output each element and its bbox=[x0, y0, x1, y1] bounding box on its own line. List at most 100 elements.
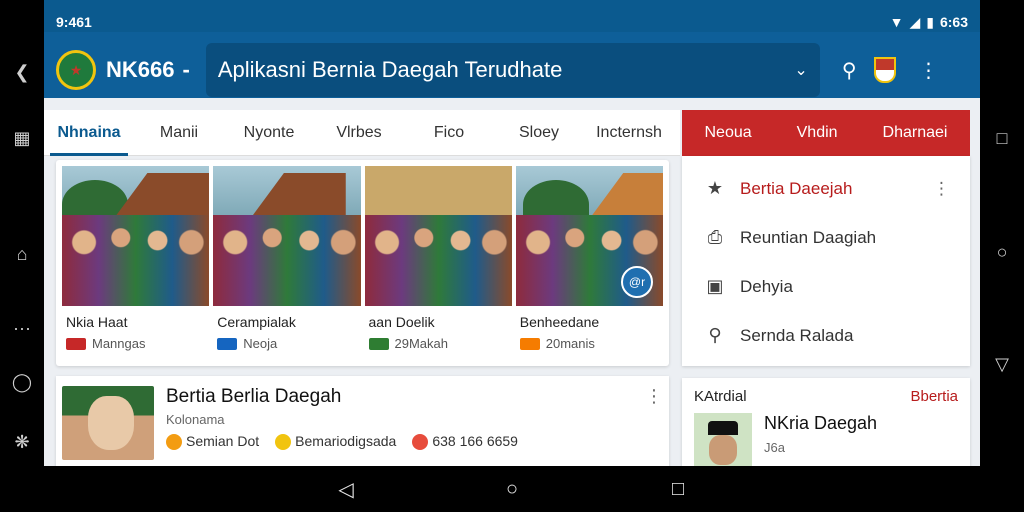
photo-sub-text: Neoja bbox=[243, 336, 278, 351]
tab-0[interactable]: Nhnaina bbox=[44, 110, 134, 156]
profile-card[interactable]: KAtrdial Bbertia NKria Daegah J6a bbox=[682, 378, 970, 466]
dot-icon bbox=[166, 434, 182, 451]
meta-text: Semian Dot bbox=[186, 433, 260, 449]
photo-caption: Cerampialak bbox=[217, 314, 296, 330]
app-brand: NK666 bbox=[106, 57, 175, 82]
meta-text: 638 166 6659 bbox=[432, 433, 518, 449]
photo-card[interactable]: aan Doelik 29Makah bbox=[364, 166, 512, 360]
photo-sub: Manngas bbox=[62, 336, 209, 351]
status-right-text: 6:63 bbox=[939, 14, 968, 30]
profile-link[interactable]: Bbertia bbox=[910, 388, 958, 405]
profile-label: KAtrdial bbox=[694, 388, 747, 405]
system-nav: ◁ ○ □ bbox=[44, 466, 980, 512]
app-screen: 9:461 ▼ ◢ ▮ 6:63 ★ NK666 - Aplikasni Ber… bbox=[44, 0, 980, 466]
back-arrow-icon[interactable]: ❮ bbox=[0, 62, 44, 83]
circle-icon[interactable]: ◯ bbox=[0, 372, 44, 393]
menu-item-3[interactable]: ⚲ Sernda Ralada bbox=[682, 311, 970, 360]
news-photo bbox=[62, 166, 210, 306]
menu-label: Dehyia bbox=[740, 276, 793, 296]
tab-6[interactable]: Incternsh bbox=[584, 110, 674, 156]
photo-badge[interactable]: @r bbox=[621, 266, 653, 298]
menu-label: Bertia Daeejah bbox=[740, 178, 853, 198]
news-article[interactable]: Bertia Berlia Daegah Kolonama Semian Dot… bbox=[56, 376, 669, 466]
red-tab-1[interactable]: Vhdin bbox=[797, 124, 838, 142]
back-icon[interactable]: ◁ bbox=[333, 477, 359, 502]
chevron-down-icon[interactable]: ⌄ bbox=[794, 60, 807, 80]
recents-icon[interactable]: □ bbox=[665, 478, 691, 501]
print-icon: ⎙ bbox=[707, 227, 723, 247]
red-tab-0[interactable]: Neoua bbox=[704, 124, 751, 142]
article-meta: Semian Dot Bemariodigsada 638 166 6659 bbox=[166, 433, 645, 451]
star-icon: ★ bbox=[706, 178, 724, 198]
right-nav-bar: □ ○ ▽ bbox=[980, 0, 1024, 512]
circle-icon[interactable]: ○ bbox=[980, 242, 1024, 263]
emblem-icon[interactable] bbox=[874, 57, 897, 83]
side-menu: ★ Bertia Daeejah ⋮ ⎙ Reuntian Daagiah ▣ … bbox=[682, 156, 970, 366]
profile-text: NKria Daegah J6a bbox=[752, 413, 877, 466]
photo-caption: Benheedane bbox=[519, 314, 600, 330]
app-logo[interactable]: ★ bbox=[56, 50, 96, 90]
tab-3[interactable]: Vlrbes bbox=[314, 110, 404, 156]
photo-sub-text: Manngas bbox=[92, 336, 146, 351]
photo-caption: aan Doelik bbox=[368, 314, 435, 330]
more-vert-icon[interactable]: ⋮ bbox=[645, 386, 663, 466]
flag-icon bbox=[66, 337, 86, 350]
dot-icon bbox=[275, 434, 292, 451]
square-icon[interactable]: □ bbox=[980, 128, 1024, 149]
menu-item-0[interactable]: ★ Bertia Daeejah ⋮ bbox=[682, 164, 970, 213]
flag-icon bbox=[217, 337, 238, 350]
article-body: Bertia Berlia Daegah Kolonama Semian Dot… bbox=[166, 386, 645, 466]
photo-sub: Neoja bbox=[213, 336, 360, 351]
news-photo bbox=[364, 166, 512, 306]
left-nav-bar: ❮ ▦ ⌂ ··· ◯ ❋ bbox=[0, 0, 44, 512]
briefcase-icon: ▣ bbox=[706, 276, 724, 296]
triangle-icon[interactable]: ▽ bbox=[980, 354, 1024, 375]
search-icon[interactable]: ⚲ bbox=[842, 58, 857, 83]
red-tab-bar: Neoua Vhdin Dharnaei bbox=[682, 110, 970, 156]
pattern-icon[interactable]: ❋ bbox=[0, 432, 44, 453]
tab-5[interactable]: Sloey bbox=[494, 110, 584, 156]
menu-item-1[interactable]: ⎙ Reuntian Daagiah bbox=[682, 213, 970, 262]
tab-1[interactable]: Manii bbox=[134, 110, 224, 156]
avatar bbox=[694, 413, 752, 466]
menu-label: Reuntian Daagiah bbox=[740, 227, 877, 247]
app-title-selector[interactable]: Aplikasni Bernia Daegah Terudhate ⌄ bbox=[205, 43, 820, 97]
photo-card[interactable]: @r Benheedane 20manis bbox=[515, 166, 663, 360]
profile-num: J6a bbox=[764, 440, 785, 455]
more-vert-icon[interactable]: ⋮ bbox=[918, 58, 938, 83]
status-time: 9:461 bbox=[56, 14, 92, 30]
photo-caption: Nkia Haat bbox=[66, 314, 128, 330]
flag-icon bbox=[519, 337, 540, 350]
home-icon[interactable]: ○ bbox=[499, 478, 525, 501]
battery-icon: ▮ bbox=[926, 13, 934, 30]
photo-sub: 20manis bbox=[516, 336, 663, 351]
article-thumbnail bbox=[62, 386, 154, 460]
more-vert-icon[interactable]: ⋮ bbox=[933, 179, 950, 199]
photo-card-grid: Nkia Haat Manngas Cerampialak Neoja aan … bbox=[56, 160, 669, 366]
meta-item: 638 166 6659 bbox=[412, 433, 518, 451]
app-title: Aplikasni Bernia Daegah Terudhate bbox=[217, 57, 563, 82]
tab-2[interactable]: Nyonte bbox=[224, 110, 314, 156]
wifi-icon: ▼ bbox=[889, 14, 904, 30]
profile-row: NKria Daegah J6a bbox=[694, 413, 958, 466]
photo-sub: 29Makah bbox=[365, 336, 512, 351]
menu-item-2[interactable]: ▣ Dehyia bbox=[682, 262, 970, 311]
app-bar: ★ NK666 - Aplikasni Bernia Daegah Terudh… bbox=[44, 32, 980, 98]
search-icon: ⚲ bbox=[708, 325, 722, 345]
apps-grid-icon[interactable]: ▦ bbox=[0, 128, 44, 149]
meta-item: Semian Dot bbox=[166, 433, 260, 451]
profile-header: KAtrdial Bbertia bbox=[694, 388, 958, 405]
news-photo bbox=[213, 166, 361, 306]
article-sub: Kolonama bbox=[166, 412, 225, 427]
menu-label: Sernda Ralada bbox=[740, 325, 854, 345]
brand-dash: - bbox=[182, 57, 190, 82]
red-tab-2[interactable]: Dharnaei bbox=[883, 124, 948, 142]
dots-icon[interactable]: ··· bbox=[0, 318, 44, 339]
news-photo: @r bbox=[515, 166, 663, 306]
photo-card[interactable]: Cerampialak Neoja bbox=[213, 166, 361, 360]
category-tabs: Nhnaina Manii Nyonte Vlrbes Fico Sloey I… bbox=[44, 110, 680, 156]
flag-icon bbox=[368, 337, 389, 350]
tab-4[interactable]: Fico bbox=[404, 110, 494, 156]
photo-card[interactable]: Nkia Haat Manngas bbox=[62, 166, 210, 360]
home-icon[interactable]: ⌂ bbox=[0, 244, 44, 265]
